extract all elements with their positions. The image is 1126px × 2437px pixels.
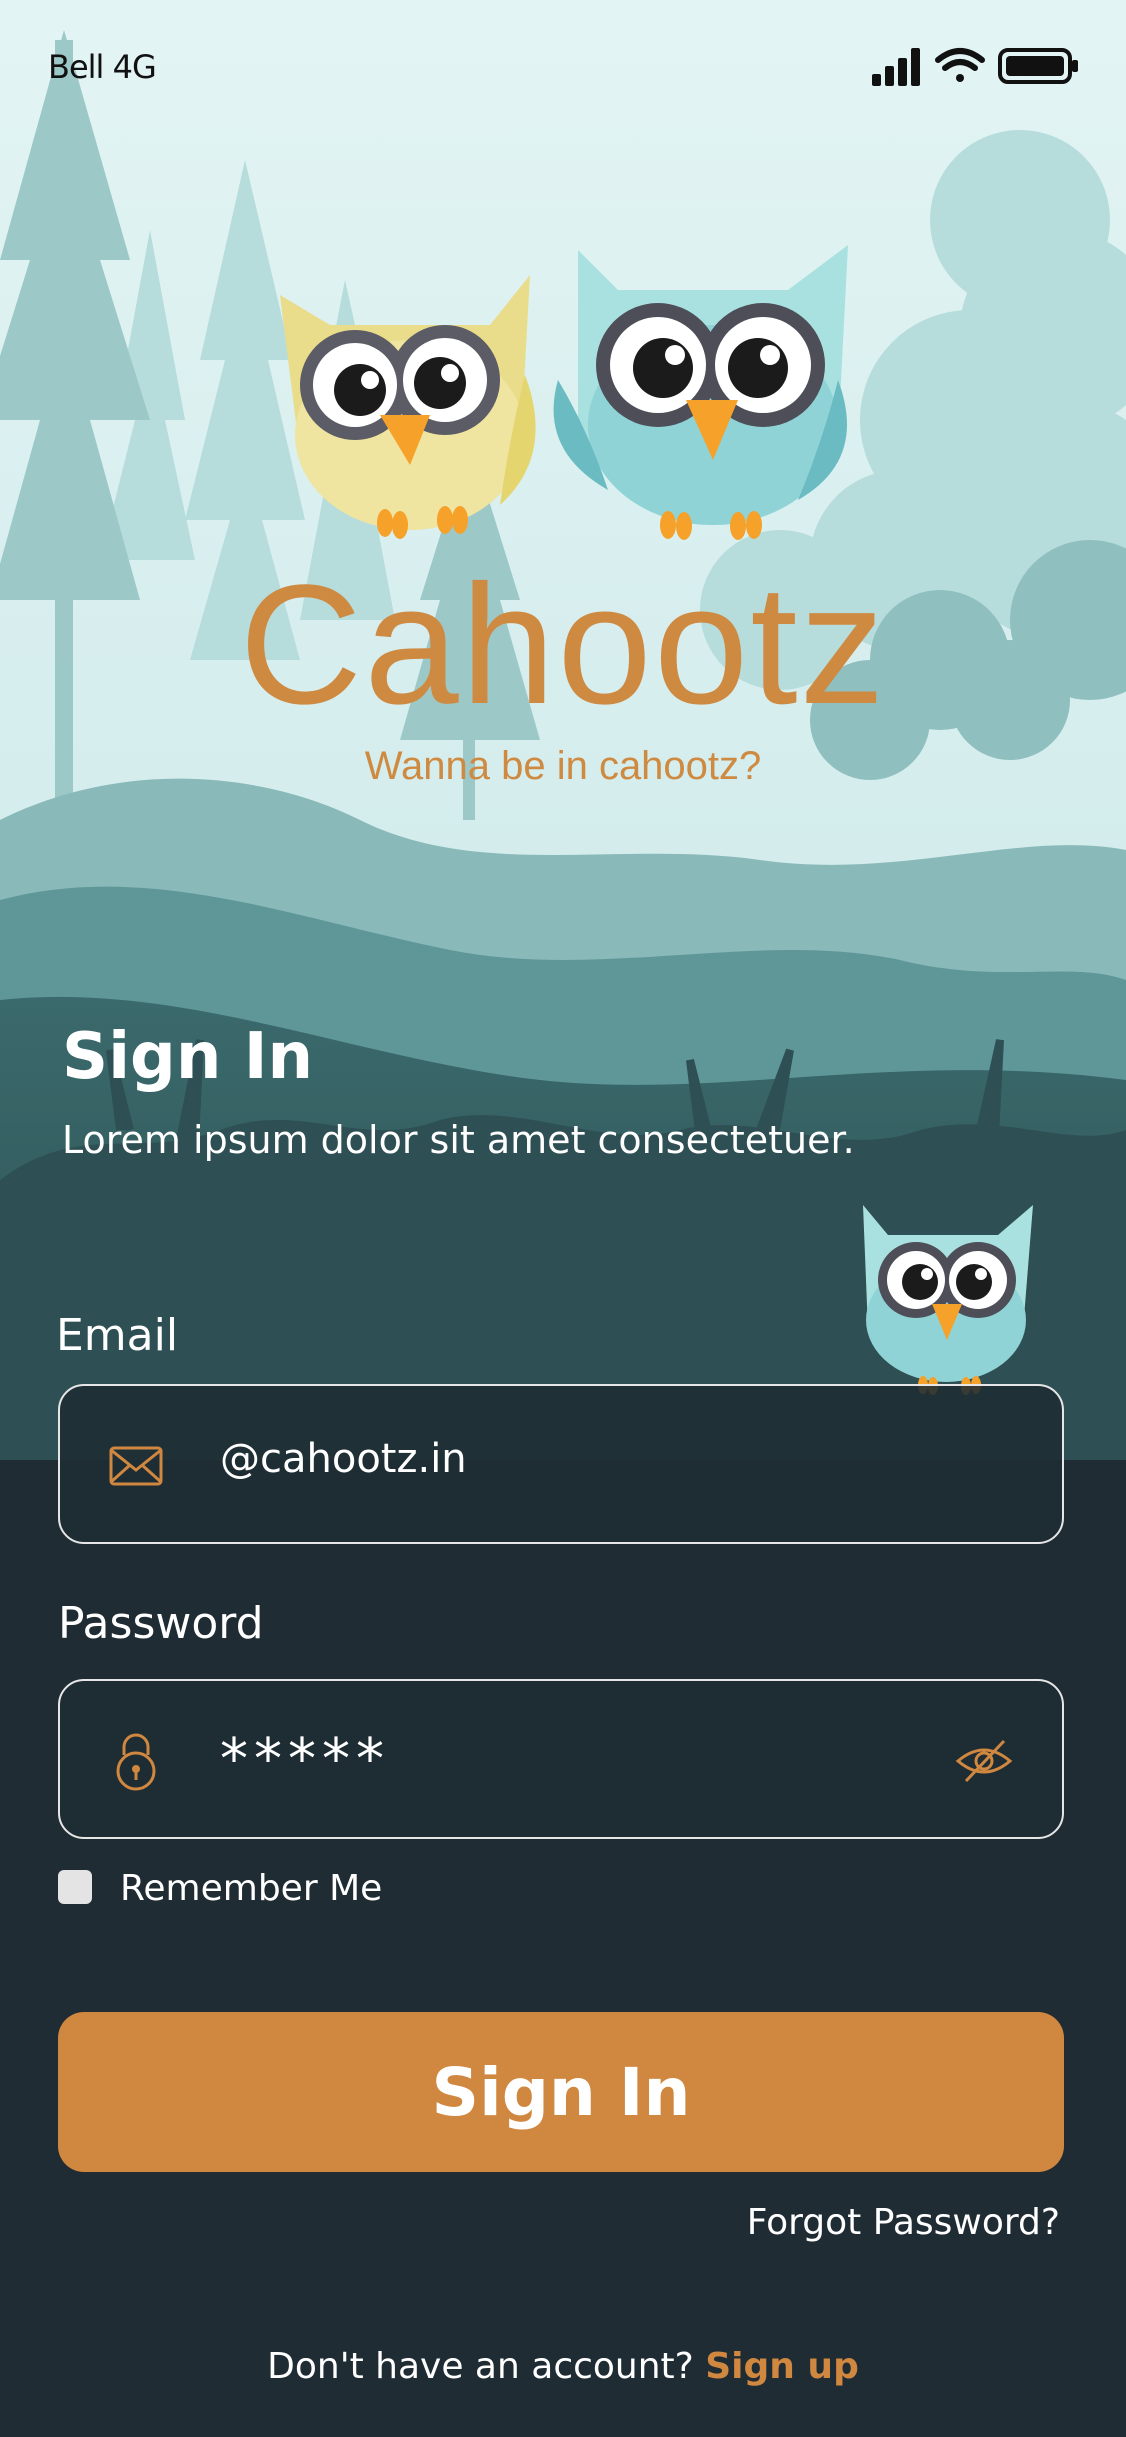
signup-prompt-text: Don't have an account? xyxy=(267,2346,694,2387)
envelope-icon xyxy=(109,1446,163,1486)
carrier-label: Bell 4G xyxy=(48,48,157,86)
battery-icon xyxy=(998,48,1078,84)
small-teal-owl-illustration xyxy=(863,1205,1033,1395)
page-subtitle: Lorem ipsum dolor sit amet consectetuer. xyxy=(62,1118,855,1162)
brand-tagline: Wanna be in cahootz? xyxy=(364,744,762,788)
brand-logo-text: Cahootz xyxy=(239,550,887,740)
email-field[interactable]: @cahootz.in xyxy=(58,1384,1064,1544)
remember-me-checkbox[interactable] xyxy=(58,1870,92,1904)
sign-in-button[interactable]: Sign In xyxy=(58,2012,1064,2172)
sign-in-screen: Bell 4G Cahootz Wanna be in cahootz? Sig… xyxy=(0,0,1126,2437)
remember-me-label[interactable]: Remember Me xyxy=(120,1868,382,1909)
forgot-password-link[interactable]: Forgot Password? xyxy=(747,2202,1060,2243)
page-title: Sign In xyxy=(62,1020,314,1094)
yellow-owl-illustration xyxy=(280,275,536,539)
eye-slash-icon[interactable] xyxy=(954,1731,1014,1791)
email-label: Email xyxy=(56,1310,179,1361)
signup-prompt-row: Don't have an account? Sign up xyxy=(0,2346,1126,2387)
lock-icon xyxy=(116,1733,156,1791)
status-bar: Bell 4G xyxy=(0,0,1126,140)
signal-icon xyxy=(872,48,920,86)
status-icons xyxy=(872,48,1078,86)
signup-link[interactable]: Sign up xyxy=(705,2346,859,2387)
teal-owl-illustration xyxy=(553,245,848,540)
email-input[interactable]: @cahootz.in xyxy=(220,1436,467,1482)
wifi-icon xyxy=(935,48,985,82)
password-input[interactable]: ***** xyxy=(220,1727,390,1792)
password-field[interactable]: ***** xyxy=(58,1679,1064,1839)
password-label: Password xyxy=(58,1598,264,1649)
brand-block: Cahootz Wanna be in cahootz? xyxy=(0,560,1126,789)
